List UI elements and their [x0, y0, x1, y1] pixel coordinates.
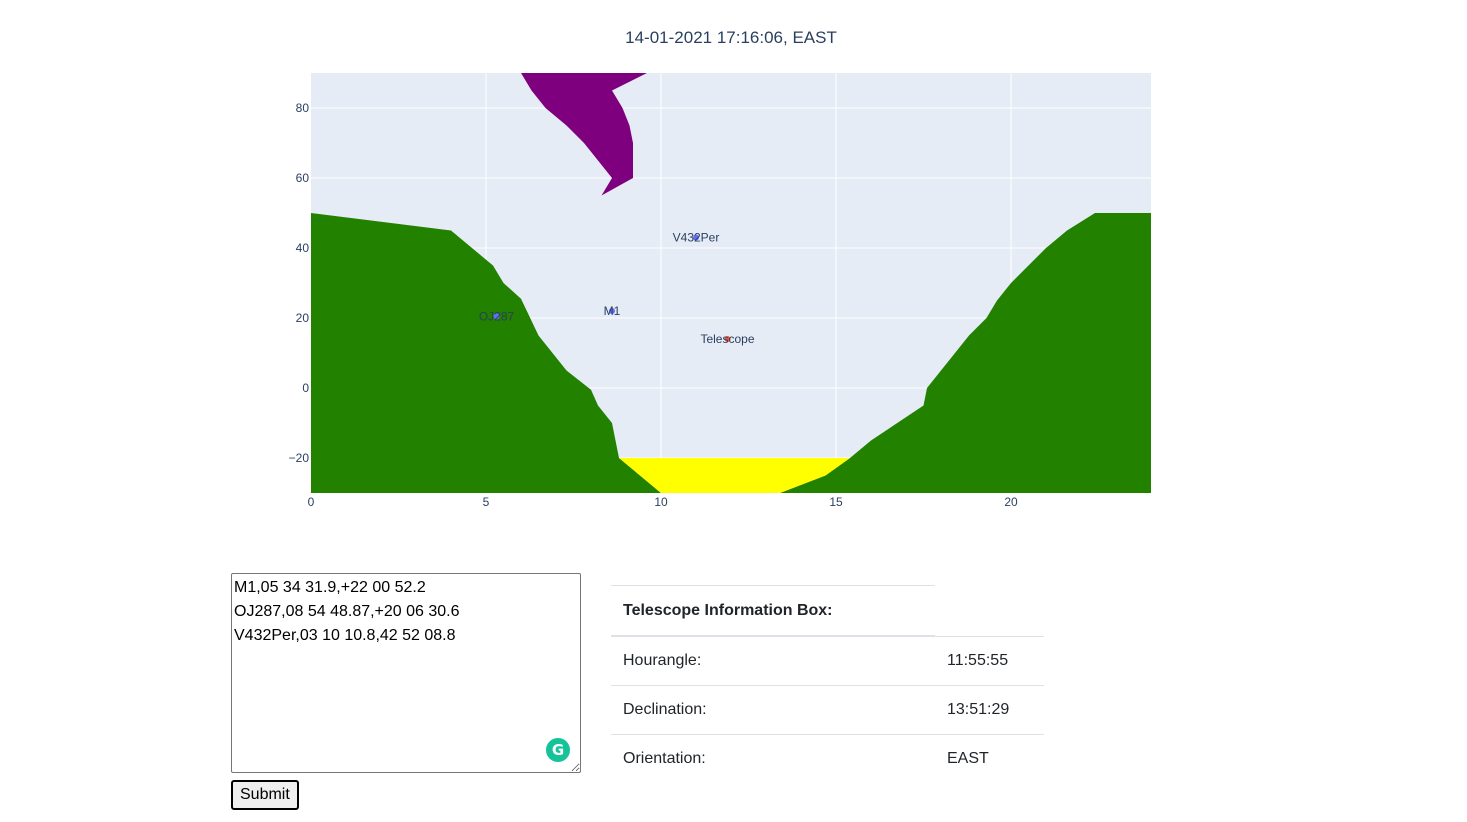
info-row-declination: Declination: 13:51:29 [611, 685, 1044, 735]
y-tick-label: 60 [296, 171, 310, 185]
x-tick-label: 0 [308, 495, 315, 509]
x-tick-label: 15 [829, 495, 843, 509]
point-label-telescope: Telescope [700, 332, 754, 346]
point-label-m1: M1 [604, 304, 621, 318]
grammarly-icon[interactable]: G [546, 738, 570, 762]
sky-plot[interactable]: 0 5 10 15 20 −20 0 20 40 60 80 M1 OJ287 V432Per Teles… [0, 0, 1467, 530]
y-tick-label: 40 [296, 241, 310, 255]
y-tick-label: 0 [302, 381, 309, 395]
info-header: Telescope Information Box: [611, 585, 935, 637]
info-header-row: Telescope Information Box: [611, 585, 1044, 637]
y-tick-label: 80 [296, 101, 310, 115]
y-tick-label: 20 [296, 311, 310, 325]
info-row-hourangle: Hourangle: 11:55:55 [611, 635, 1044, 686]
telescope-info-table: Telescope Information Box: Hourangle: 11… [611, 585, 1044, 783]
y-tick-label: −20 [289, 451, 310, 465]
submit-button[interactable]: Submit [231, 780, 299, 810]
x-tick-label: 10 [654, 495, 668, 509]
declination-label: Declination: [611, 685, 935, 735]
hourangle-value: 11:55:55 [935, 635, 1044, 686]
orientation-label: Orientation: [611, 734, 935, 783]
hourangle-label: Hourangle: [611, 635, 935, 686]
point-label-v432per: V432Per [673, 231, 720, 245]
point-label-oj287: OJ287 [479, 309, 515, 323]
x-tick-label: 5 [483, 495, 490, 509]
declination-value: 13:51:29 [935, 685, 1044, 735]
coordinates-textarea[interactable] [231, 573, 581, 773]
orientation-value: EAST [935, 734, 1044, 783]
x-tick-label: 20 [1004, 495, 1018, 509]
page: 14-01-2021 17:16:06, EAST 0 5 10 15 20 −20 0 20… [0, 0, 1467, 822]
info-row-orientation: Orientation: EAST [611, 734, 1044, 783]
